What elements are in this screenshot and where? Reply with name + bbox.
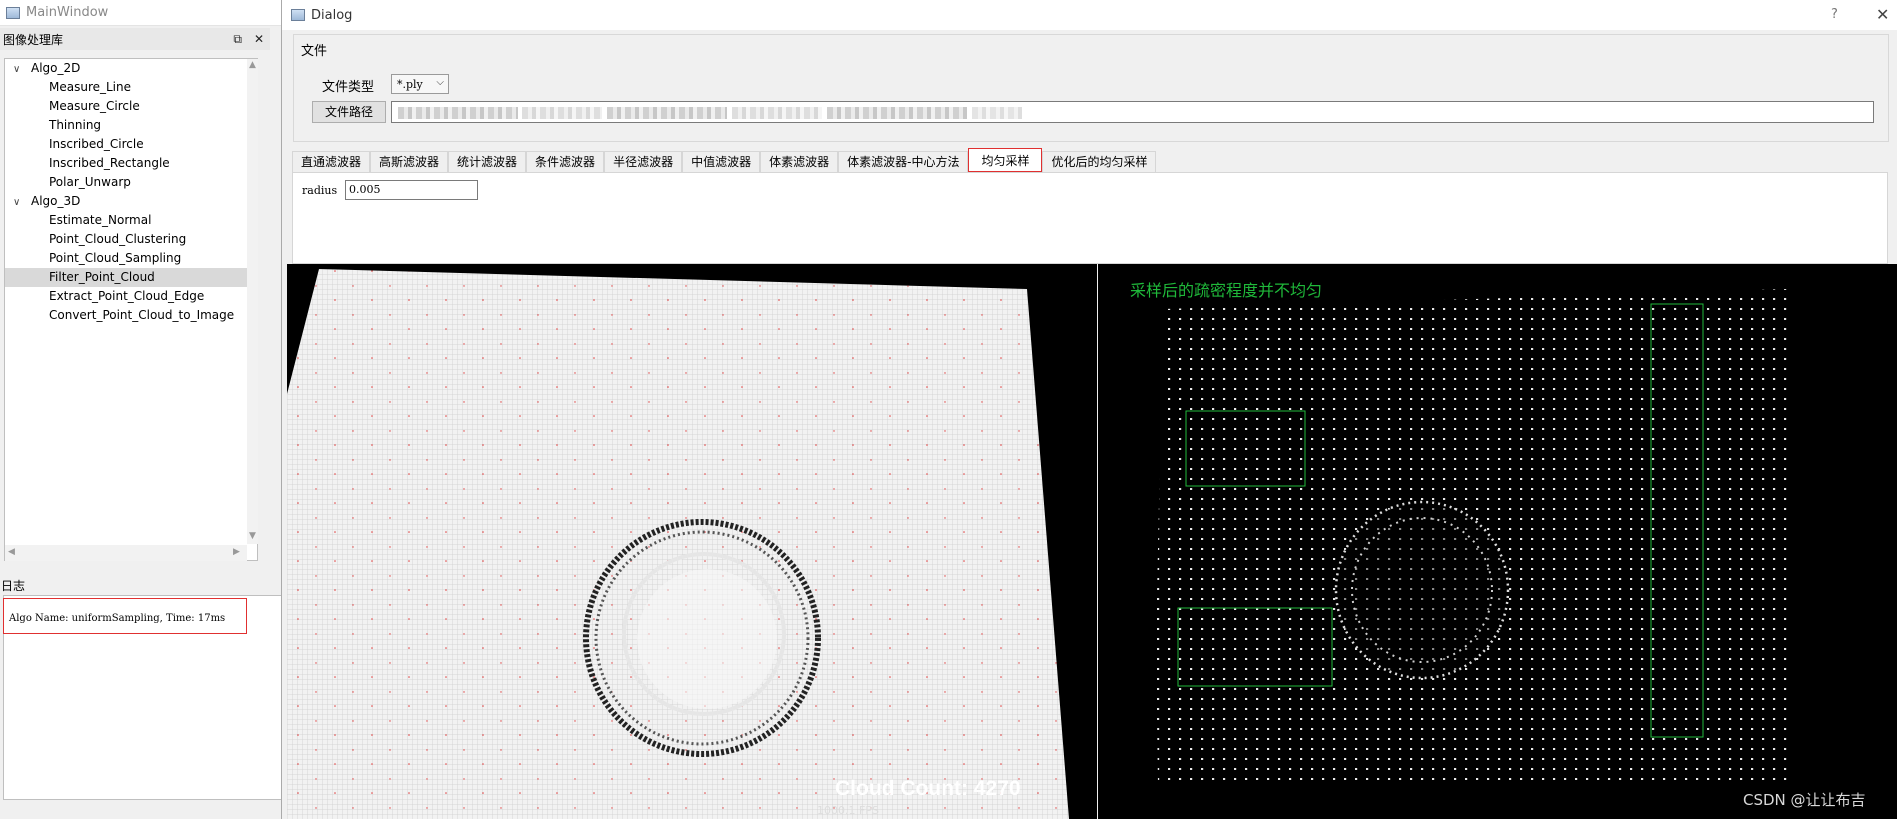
- tree-item[interactable]: Convert_Point_Cloud_to_Image: [5, 306, 257, 325]
- tree-item[interactable]: Inscribed_Circle: [5, 135, 257, 154]
- tree-item[interactable]: Thinning: [5, 116, 257, 135]
- tree-item[interactable]: Polar_Unwarp: [5, 173, 257, 192]
- file-group-title: 文件: [301, 44, 328, 59]
- app-icon: [6, 6, 20, 19]
- tree-category[interactable]: ∨ Algo_3D: [5, 192, 257, 211]
- file-type-value: *.ply: [397, 78, 423, 91]
- tab-filter[interactable]: 体素滤波器: [760, 151, 839, 172]
- scroll-right-icon[interactable]: ▶: [233, 547, 240, 557]
- dock-header: 图像处理库 ⧉ ✕: [0, 28, 270, 50]
- tree-item[interactable]: Extract_Point_Cloud_Edge: [5, 287, 257, 306]
- tab-filter[interactable]: 优化后的均匀采样: [1042, 151, 1157, 172]
- tree-horizontal-scrollbar[interactable]: ◀ ▶: [5, 545, 247, 561]
- tab-pane: [292, 172, 1888, 264]
- filter-tabbar: 直通滤波器 高斯滤波器 统计滤波器 条件滤波器 半径滤波器 中值滤波器 体素滤波器 体素滤波器…: [292, 148, 1157, 172]
- tab-filter[interactable]: 半径滤波器: [604, 151, 683, 172]
- dialog-titlebar: Dialog: [282, 0, 1897, 30]
- tab-filter[interactable]: 中值滤波器: [682, 151, 761, 172]
- scroll-up-icon[interactable]: ▲: [249, 60, 256, 70]
- tab-filter[interactable]: 体素滤波器-中心方法: [838, 151, 969, 172]
- tree-item[interactable]: Inscribed_Rectangle: [5, 154, 257, 173]
- tab-filter[interactable]: 均匀采样: [968, 148, 1043, 172]
- original-cloud-render: [287, 269, 1069, 819]
- fps-readout: 1000.1 FPS: [817, 804, 879, 817]
- tree-item[interactable]: Filter_Point_Cloud: [5, 268, 257, 287]
- tree-vertical-scrollbar[interactable]: ▲ ▼: [247, 59, 258, 544]
- tree-item[interactable]: Point_Cloud_Sampling: [5, 249, 257, 268]
- annotation-text: 采样后的疏密程度并不均匀: [1130, 281, 1323, 300]
- tab-filter[interactable]: 统计滤波器: [448, 151, 527, 172]
- app-icon: [291, 9, 305, 21]
- main-window-title: MainWindow: [26, 5, 109, 20]
- tree-item[interactable]: Estimate_Normal: [5, 211, 257, 230]
- file-type-select[interactable]: *.ply ⌵: [391, 74, 449, 94]
- algorithm-tree[interactable]: ∨ Algo_2D Measure_Line Measure_Circle Thinni…: [4, 58, 258, 561]
- dialog-title: Dialog: [311, 7, 353, 23]
- chevron-down-icon[interactable]: ∨: [13, 193, 31, 212]
- chevron-down-icon: ⌵: [436, 77, 444, 88]
- tab-filter[interactable]: 高斯滤波器: [370, 151, 449, 172]
- main-window-titlebar: MainWindow: [0, 0, 282, 26]
- close-icon[interactable]: ✕: [1876, 5, 1889, 24]
- tab-filter[interactable]: 条件滤波器: [526, 151, 605, 172]
- watermark: CSDN @让让布吉: [1743, 791, 1866, 809]
- radius-label: radius: [302, 184, 338, 197]
- dialog-window: Dialog ? ✕ 文件 文件类型 *.ply ⌵ 文件路径 直通滤波器 高斯滤…: [281, 0, 1897, 819]
- cloud-count: Cloud Count: 4270: [835, 777, 1021, 800]
- dock-title: 图像处理库: [3, 32, 64, 47]
- file-path-button[interactable]: 文件路径: [312, 101, 386, 123]
- file-path-input[interactable]: [391, 101, 1874, 123]
- sampled-cloud-render: [1156, 289, 1793, 786]
- float-icon[interactable]: ⧉: [233, 32, 242, 47]
- help-icon[interactable]: ?: [1831, 7, 1838, 22]
- scroll-down-icon[interactable]: ▼: [249, 531, 256, 541]
- original-cloud-viewer[interactable]: [287, 264, 1097, 819]
- sampled-cloud-viewer[interactable]: 采样后的疏密程度并不均匀: [1098, 264, 1897, 819]
- file-group: [293, 34, 1889, 142]
- radius-input[interactable]: 0.005: [345, 180, 478, 200]
- tree-category[interactable]: ∨ Algo_2D: [5, 59, 257, 78]
- tree-item[interactable]: Measure_Circle: [5, 97, 257, 116]
- main-window: MainWindow 图像处理库 ⧉ ✕ ∨ Algo_2D Measure_Lin…: [0, 0, 285, 819]
- chevron-down-icon[interactable]: ∨: [13, 60, 31, 79]
- log-title: 日志: [0, 577, 282, 595]
- tree-category-label: Algo_3D: [31, 194, 81, 208]
- file-type-label: 文件类型: [322, 80, 375, 95]
- tab-filter[interactable]: 直通滤波器: [292, 151, 371, 172]
- tree-item[interactable]: Measure_Line: [5, 78, 257, 97]
- log-entry: Algo Name: uniformSampling, Time: 17ms: [3, 598, 247, 634]
- tree-category-label: Algo_2D: [31, 61, 81, 75]
- tree-item[interactable]: Point_Cloud_Clustering: [5, 230, 257, 249]
- close-icon[interactable]: ✕: [254, 32, 264, 47]
- scroll-left-icon[interactable]: ◀: [8, 547, 15, 557]
